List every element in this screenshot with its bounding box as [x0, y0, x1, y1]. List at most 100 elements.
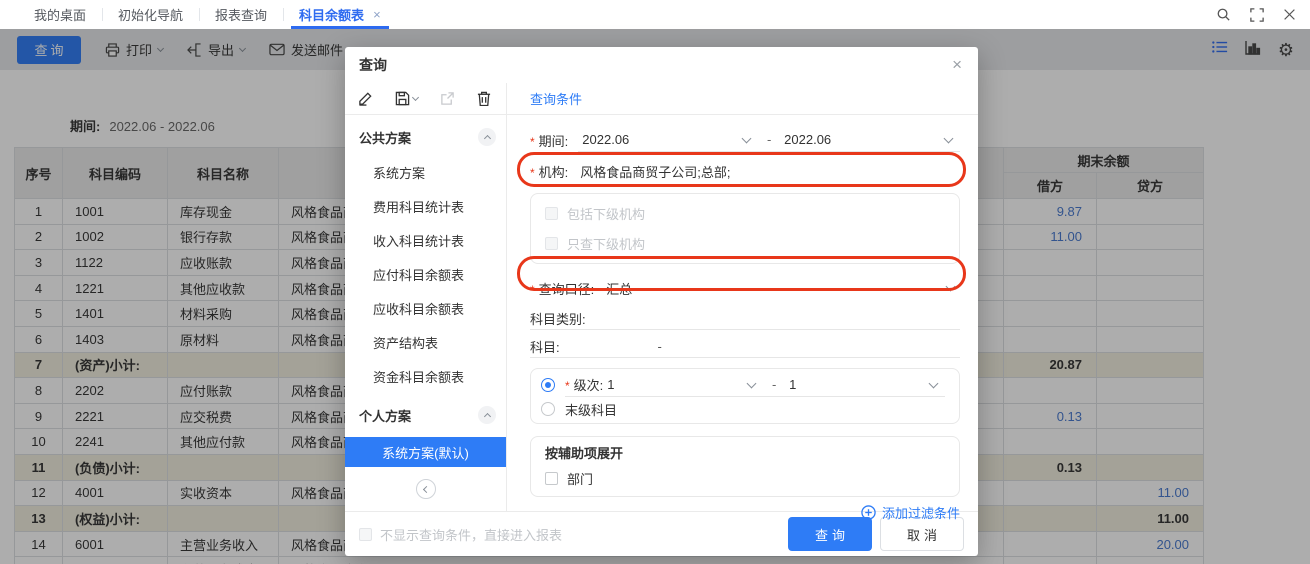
level-field-label: 级次:: [565, 375, 603, 394]
caliber-field-value: 汇总: [606, 279, 632, 298]
suborg-options-box: 包括下级机构 只查下级机构: [530, 193, 960, 264]
chevron-down-icon: [929, 378, 939, 388]
chevron-up-icon: [483, 135, 490, 142]
scheme-sidebar: 公共方案系统方案费用科目统计表收入科目统计表应付科目余额表应收科目余额表资产结构…: [345, 115, 507, 511]
chevron-down-icon: [747, 378, 757, 388]
edit-pencil-icon[interactable]: [358, 91, 373, 106]
only-suborg-option: 只查下级机构: [545, 234, 945, 253]
fullscreen-icon[interactable]: [1250, 8, 1264, 22]
scheme-group-title: 个人方案: [359, 406, 411, 425]
scheme-item-资产结构表[interactable]: 资产结构表: [345, 325, 506, 359]
dept-label: 部门: [567, 469, 593, 488]
tab-初始化导航[interactable]: 初始化导航: [102, 0, 199, 29]
close-window-icon[interactable]: [1283, 8, 1296, 21]
skip-conditions-checkbox[interactable]: [359, 528, 372, 541]
org-field-value: 风格食品商贸子公司;总部;: [580, 162, 730, 181]
scheme-item-应收科目余额表[interactable]: 应收科目余额表: [345, 291, 506, 325]
level-to-select[interactable]: 1: [785, 377, 945, 392]
collapse-chevron-up-icon[interactable]: [478, 128, 496, 146]
period-from-select[interactable]: 2022.06: [578, 132, 758, 147]
tab-label: 科目余额表: [299, 5, 364, 24]
dialog-cancel-button[interactable]: 取消: [880, 517, 964, 551]
org-field-label: 机构:: [530, 162, 568, 181]
scheme-item-收入科目统计表[interactable]: 收入科目统计表: [345, 223, 506, 257]
add-filter-link[interactable]: 添加过滤条件: [530, 503, 960, 522]
dept-checkbox[interactable]: [545, 472, 558, 485]
delete-trash-icon[interactable]: [477, 91, 491, 106]
dialog-title: 查询: [359, 55, 387, 75]
tab-label: 我的桌面: [34, 5, 86, 24]
period-to-select[interactable]: 2022.06: [780, 132, 960, 147]
chevron-down-icon: [742, 133, 752, 143]
tab-label: 报表查询: [215, 5, 267, 24]
dialog-toolbar: 查询条件: [345, 83, 978, 115]
include-suborg-checkbox: [545, 207, 558, 220]
scheme-list: 系统方案(默认): [345, 437, 506, 467]
aux-expand-title: 按辅助项展开: [545, 443, 945, 461]
chevron-up-icon: [483, 413, 490, 420]
scheme-group-title: 公共方案: [359, 128, 411, 147]
only-suborg-label: 只查下级机构: [567, 234, 645, 253]
query-conditions-title: 查询条件: [530, 83, 582, 114]
scheme-actions: [345, 83, 507, 114]
level-from-select[interactable]: 1: [603, 377, 763, 392]
skip-conditions-option: 不显示查询条件，直接进入报表: [359, 525, 562, 544]
include-suborg-label: 包括下级机构: [567, 204, 645, 223]
app-screen: 我的桌面初始化导航报表查询科目余额表× 查询 打印导出发送邮件 ⚙ 期间:202…: [0, 0, 1310, 564]
scheme-item-系统方案(默认)[interactable]: 系统方案(默认): [345, 437, 506, 467]
collapse-chevron-up-icon[interactable]: [478, 406, 496, 424]
level-options-box: 级次: 1 - 1 末级科目: [530, 368, 960, 424]
chevron-left-icon: [423, 485, 430, 492]
level-radio[interactable]: [541, 378, 555, 392]
query-dialog: 查询 × 查询条件 公共方: [345, 47, 978, 556]
only-suborg-checkbox: [545, 237, 558, 250]
period-field-label: 期间:: [530, 131, 568, 150]
tab-close-icon[interactable]: ×: [373, 7, 381, 22]
tab-label: 初始化导航: [118, 5, 183, 24]
tab-我的桌面[interactable]: 我的桌面: [18, 0, 102, 29]
tab-bar: 我的桌面 初始化导航 报表查询 科目余额表 ×: [0, 0, 1310, 29]
account-field-label: 科目:: [530, 337, 560, 356]
scheme-item-费用科目统计表[interactable]: 费用科目统计表: [345, 189, 506, 223]
org-row[interactable]: 机构: 风格食品商贸子公司;总部;: [530, 159, 960, 183]
scheme-item-系统方案[interactable]: 系统方案: [345, 155, 506, 189]
dept-option: 部门: [545, 469, 945, 488]
leaf-label: 末级科目: [565, 400, 617, 419]
skip-conditions-label: 不显示查询条件，直接进入报表: [380, 525, 562, 544]
share-icon: [440, 91, 455, 106]
tab-报表查询[interactable]: 报表查询: [199, 0, 283, 29]
window-icons: [1216, 0, 1296, 29]
chevron-down-icon: [946, 282, 956, 292]
level-option-row: 级次: 1 - 1: [541, 373, 945, 397]
include-suborg-option: 包括下级机构: [545, 204, 945, 223]
save-dropdown-chevron-icon: [412, 93, 419, 100]
leaf-option-row: 末级科目: [541, 399, 945, 419]
dialog-header: 查询 ×: [345, 47, 978, 83]
account-range-dash: -: [560, 339, 760, 354]
category-field-label: 科目类别:: [530, 309, 586, 328]
dialog-query-button[interactable]: 查询: [788, 517, 872, 551]
query-form: 期间: 2022.06 - 2022.06 机构: 风格食品商贸子公司;总部;: [507, 115, 978, 511]
scheme-item-资金科目余额表[interactable]: 资金科目余额表: [345, 359, 506, 393]
sidebar-collapse-control[interactable]: [345, 475, 506, 503]
chevron-down-icon: [944, 133, 954, 143]
caliber-row[interactable]: 查询口径: 汇总: [530, 276, 960, 300]
save-floppy-icon[interactable]: [395, 91, 418, 106]
scheme-group-个人方案[interactable]: 个人方案: [345, 393, 506, 425]
leaf-radio[interactable]: [541, 402, 555, 416]
caliber-field-label: 查询口径:: [530, 279, 594, 298]
account-row[interactable]: 科目: -: [530, 336, 960, 358]
scheme-group-公共方案[interactable]: 公共方案: [345, 115, 506, 147]
collapse-left-icon[interactable]: [416, 479, 436, 499]
scheme-list: 系统方案费用科目统计表收入科目统计表应付科目余额表应收科目余额表资产结构表资金科…: [345, 155, 506, 393]
dialog-close-icon[interactable]: ×: [952, 56, 962, 73]
search-icon[interactable]: [1216, 7, 1231, 22]
category-row[interactable]: 科目类别:: [530, 308, 960, 330]
plus-circle-icon: [861, 505, 876, 520]
aux-expand-box: 按辅助项展开 部门: [530, 436, 960, 497]
scheme-item-应付科目余额表[interactable]: 应付科目余额表: [345, 257, 506, 291]
level-range-dash: -: [763, 377, 785, 392]
tab-科目余额表[interactable]: 科目余额表 ×: [283, 0, 397, 29]
period-row: 期间: 2022.06 - 2022.06: [530, 129, 960, 151]
range-dash: -: [758, 132, 780, 147]
